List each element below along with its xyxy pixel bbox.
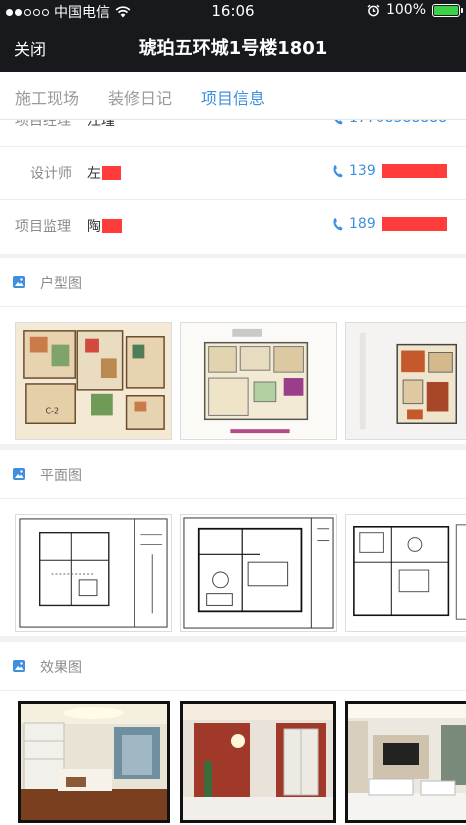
contact-role: 项目监理 xyxy=(15,219,71,235)
contact-phone-link[interactable]: 189 xyxy=(332,216,447,232)
tab-project-info[interactable]: 项目信息 xyxy=(201,85,265,109)
contact-list: 项目经理 汪瑾 17708388888 设计师 左 139 xyxy=(0,120,466,254)
contact-name: 陶 xyxy=(87,219,101,235)
thumbnail-strip xyxy=(0,499,466,639)
contact-role: 设计师 xyxy=(30,166,72,182)
floor-plan-render-thumbnail[interactable]: C-2 xyxy=(15,322,172,440)
tab-construction-site[interactable]: 施工现场 xyxy=(15,85,79,109)
interior-render-thumbnail[interactable] xyxy=(180,701,336,823)
contact-phone: 139 xyxy=(349,163,376,179)
nav-bar: 关闭 琥珀五环城1号楼1801 xyxy=(0,22,466,72)
contact-row-designer: 设计师 左 139 xyxy=(0,147,466,200)
contact-row-supervisor: 项目监理 陶 189 xyxy=(0,200,466,253)
contact-name: 左 xyxy=(87,166,101,182)
app-screen: 中国电信 16:06 100% 关闭 琥珀五环城1号楼1801 施工现场 装修日… xyxy=(0,0,466,825)
contact-role: 项目经理 xyxy=(15,120,71,129)
section-header: 户型图 xyxy=(0,258,466,307)
phone-icon xyxy=(333,217,343,230)
alarm-icon xyxy=(367,4,380,16)
phone-icon xyxy=(334,120,343,124)
cad-plan-thumbnail[interactable] xyxy=(15,514,172,632)
section-header: 效果图 xyxy=(0,642,466,691)
redaction-block xyxy=(381,164,447,178)
top-bar: 中国电信 16:06 100% 关闭 琥珀五环城1号楼1801 xyxy=(0,0,466,72)
close-button[interactable]: 关闭 xyxy=(14,36,46,60)
contact-name: 汪瑾 xyxy=(87,120,115,129)
section-header: 平面图 xyxy=(0,450,466,499)
floor-plan-render-thumbnail[interactable] xyxy=(345,322,466,440)
section-title: 户型图 xyxy=(40,276,82,292)
redaction-block xyxy=(381,217,447,231)
contact-name-wrap: 左 xyxy=(87,163,121,183)
cad-plan-thumbnail[interactable] xyxy=(345,514,466,632)
interior-render-thumbnail[interactable] xyxy=(345,701,466,823)
floor-plan-render-thumbnail[interactable] xyxy=(180,322,337,440)
redaction-block xyxy=(102,166,121,180)
contact-row-project-manager: 项目经理 汪瑾 17708388888 xyxy=(0,120,466,147)
contact-phone: 17708388888 xyxy=(349,120,447,126)
redaction-block xyxy=(102,219,122,233)
thumbnail-strip xyxy=(0,691,466,825)
contact-name-wrap: 陶 xyxy=(87,216,122,236)
section-title: 效果图 xyxy=(40,660,82,676)
contact-phone-link[interactable]: 139 xyxy=(332,163,447,179)
contact-phone: 189 xyxy=(349,216,376,232)
tab-bar: 施工现场 装修日记 项目信息 xyxy=(0,72,466,120)
status-bar: 中国电信 16:06 100% xyxy=(0,0,466,22)
battery-percent: 100% xyxy=(385,2,426,18)
phone-icon xyxy=(333,164,343,177)
status-right: 100% xyxy=(367,2,463,18)
thumbnail-strip: C-2 xyxy=(0,307,466,447)
image-icon xyxy=(13,468,25,480)
section-unit-layout: 户型图 C-2 xyxy=(0,258,466,444)
tab-renovation-diary[interactable]: 装修日记 xyxy=(108,85,172,109)
cad-plan-thumbnail[interactable] xyxy=(180,514,337,632)
svg-text:C-2: C-2 xyxy=(46,406,59,415)
page-title: 琥珀五环城1号楼1801 xyxy=(138,38,328,59)
image-icon xyxy=(13,660,25,672)
image-icon xyxy=(13,276,25,288)
interior-render-thumbnail[interactable] xyxy=(18,701,170,823)
section-floor-plan: 平面图 xyxy=(0,450,466,636)
contact-phone-link[interactable]: 17708388888 xyxy=(332,120,447,126)
battery-icon xyxy=(432,3,463,17)
section-rendering: 效果图 xyxy=(0,642,466,825)
section-title: 平面图 xyxy=(40,468,82,484)
